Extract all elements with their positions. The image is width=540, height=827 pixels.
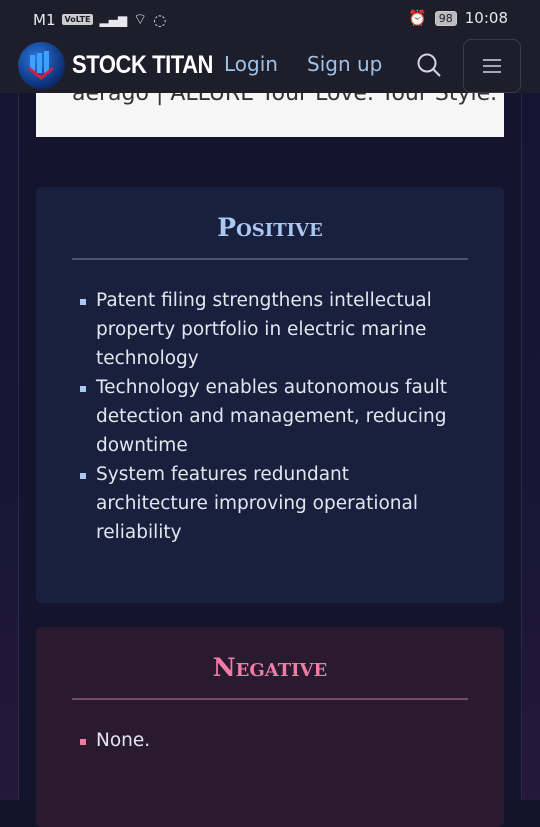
- battery-icon: 98: [434, 10, 457, 26]
- divider: [72, 258, 468, 260]
- negative-title: Negative: [212, 653, 328, 682]
- top-nav: STOCK TITAN Login Sign up: [0, 38, 540, 93]
- positive-title: Positive: [217, 213, 323, 242]
- positive-list: Patent filing strengthens intellectual p…: [80, 286, 504, 547]
- signal-icon: ▂▄▆: [99, 12, 128, 27]
- divider: [72, 698, 468, 700]
- list-item: Patent filing strengthens intellectual p…: [80, 286, 464, 373]
- carrier: M1: [33, 10, 56, 29]
- brand-name[interactable]: STOCK TITAN: [72, 51, 213, 80]
- list-item: None.: [80, 726, 464, 755]
- stock-titan-logo[interactable]: [18, 42, 65, 89]
- menu-button[interactable]: [463, 39, 521, 93]
- list-item: System features redundant architecture i…: [80, 460, 464, 547]
- negative-card: Negative None.: [36, 627, 504, 827]
- advertisement-banner[interactable]: aerago | ALLURE Your Love. Your Style. Y…: [36, 93, 504, 137]
- status-bar: M1 VoLTE ▂▄▆ ⌔ ◌ ⏰ 98 10:08: [0, 0, 540, 38]
- login-link[interactable]: Login: [224, 52, 278, 76]
- ad-text: aerago | ALLURE Your Love. Your Style. Y…: [72, 93, 504, 106]
- list-item: Technology enables autonomous fault dete…: [80, 373, 464, 460]
- whatsapp-icon: ◌: [153, 10, 167, 29]
- wifi-icon: ⌔: [133, 10, 148, 28]
- signup-link[interactable]: Sign up: [307, 52, 382, 76]
- alarm-icon: ⏰: [408, 9, 427, 27]
- hamburger-icon: [483, 59, 501, 73]
- positive-card: Positive Patent filing strengthens intel…: [36, 187, 504, 603]
- clock: 10:08: [464, 9, 508, 27]
- search-icon[interactable]: [416, 52, 442, 82]
- volte-icon: VoLTE: [61, 14, 94, 25]
- negative-list: None.: [80, 726, 504, 755]
